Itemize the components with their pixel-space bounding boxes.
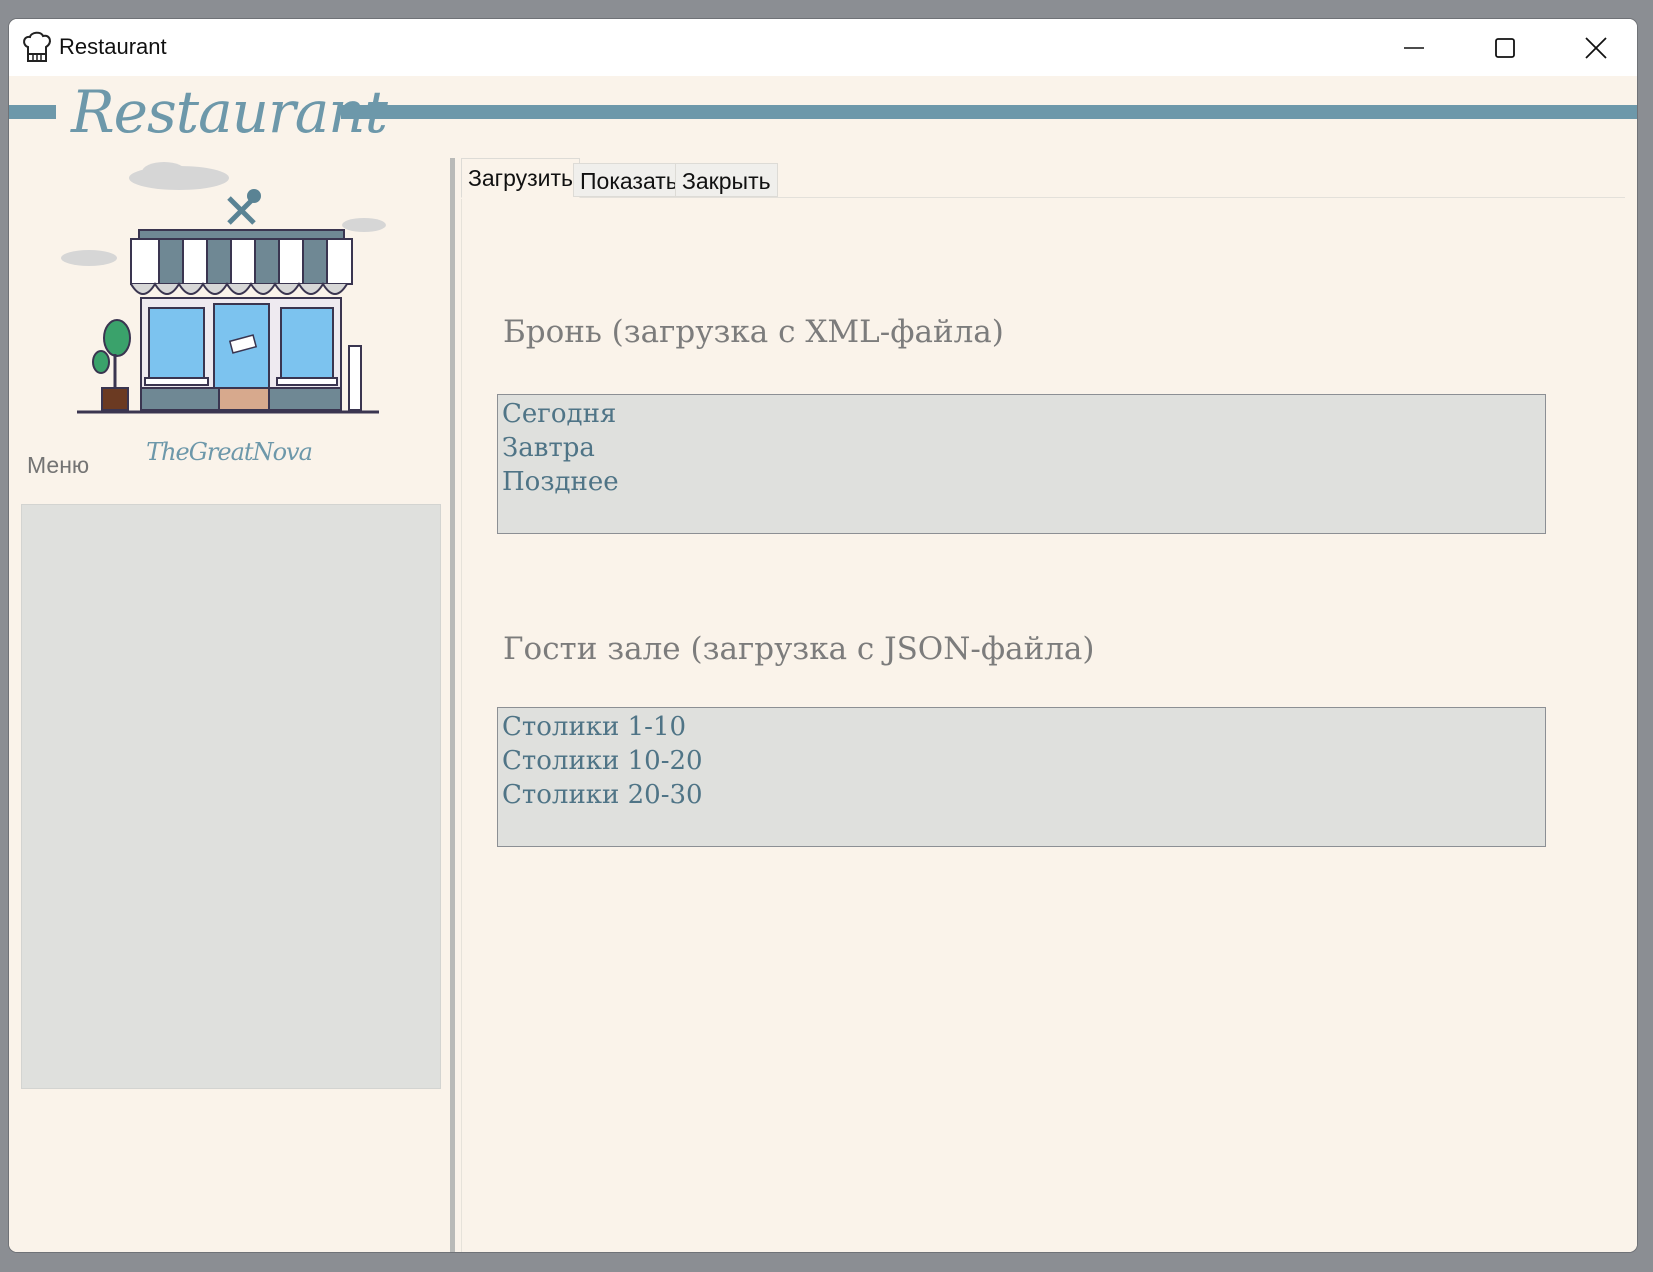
window-title: Restaurant bbox=[59, 34, 167, 59]
guests-listbox[interactable]: Столики 1-10 Столики 10-20 Столики 20-30 bbox=[497, 707, 1546, 847]
close-button[interactable] bbox=[1551, 19, 1637, 76]
maximize-icon bbox=[1495, 37, 1515, 58]
tab-strip: Загрузить Показать Закрыть bbox=[461, 158, 1625, 198]
header-stripe-right bbox=[341, 105, 1637, 119]
list-item[interactable]: Столики 1-10 bbox=[502, 710, 1541, 744]
booking-listbox[interactable]: Сегодня Завтра Позднее bbox=[497, 394, 1546, 534]
main-content: Restaurant TheGreatNova Меню Загрузить П… bbox=[9, 76, 1637, 1252]
close-icon bbox=[1585, 36, 1607, 59]
list-item[interactable]: Столики 20-30 bbox=[502, 778, 1541, 812]
minimize-icon bbox=[1404, 46, 1424, 49]
booking-title: Бронь (загрузка с XML-файла) bbox=[503, 314, 1004, 350]
menu-label: Меню bbox=[27, 452, 90, 478]
tab-load[interactable]: Загрузить bbox=[461, 158, 581, 198]
list-item[interactable]: Сегодня bbox=[502, 397, 1541, 431]
tab-close[interactable]: Закрыть bbox=[675, 163, 778, 197]
brand-logo-text: Restaurant bbox=[71, 78, 388, 146]
chef-hat-icon bbox=[23, 31, 51, 62]
menu-list[interactable] bbox=[21, 504, 441, 1089]
list-item[interactable]: Столики 10-20 bbox=[502, 744, 1541, 778]
tab-show[interactable]: Показать bbox=[573, 163, 685, 197]
storefront-illustration bbox=[61, 162, 386, 414]
list-item[interactable]: Завтра bbox=[502, 431, 1541, 465]
maximize-button[interactable] bbox=[1460, 19, 1550, 76]
panel-splitter[interactable] bbox=[450, 158, 455, 1252]
title-bar[interactable]: Restaurant bbox=[9, 19, 1637, 76]
guests-title: Гости зале (загрузка с JSON-файла) bbox=[503, 631, 1095, 667]
minimize-button[interactable] bbox=[1369, 19, 1459, 76]
list-item[interactable]: Позднее bbox=[502, 465, 1541, 499]
header-stripe-left bbox=[9, 105, 56, 119]
app-window: Restaurant Restaurant TheGreatNova Меню … bbox=[9, 19, 1637, 1252]
